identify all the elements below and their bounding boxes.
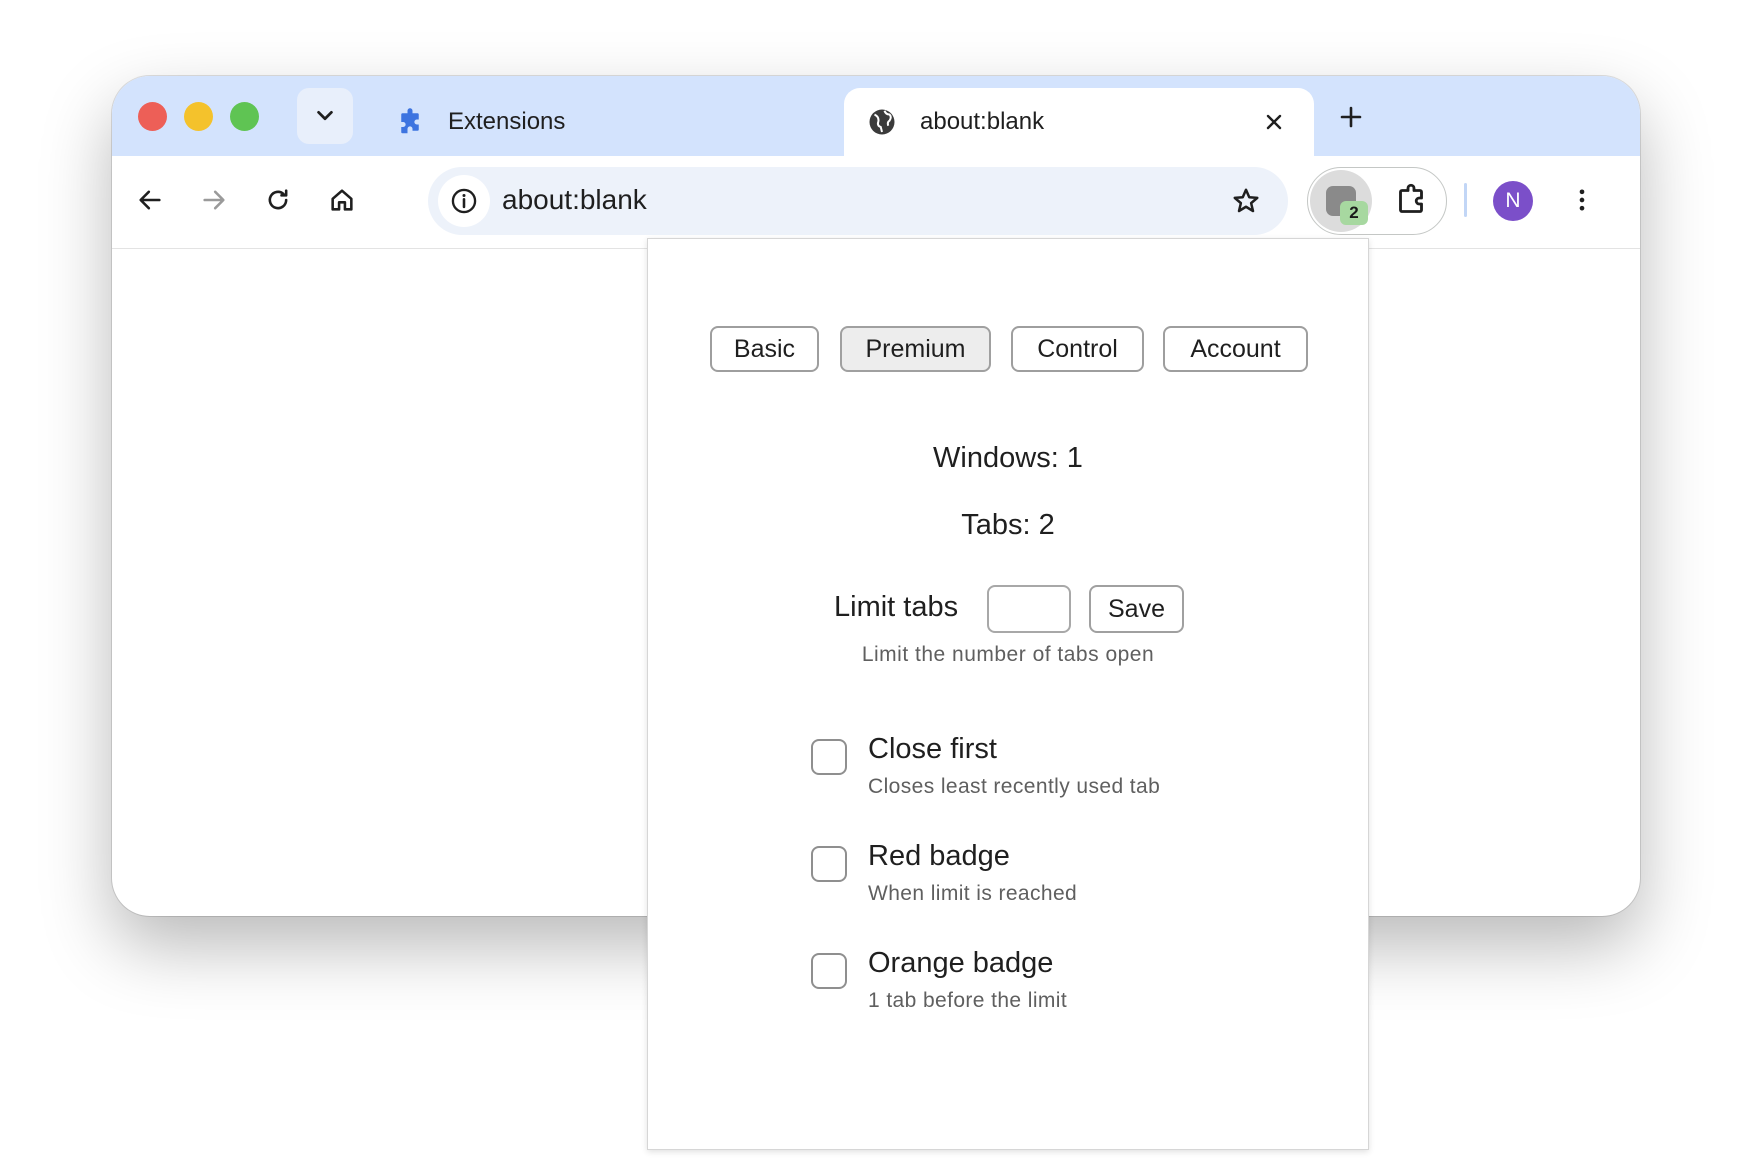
limit-row: Limit tabs Save	[648, 585, 1368, 635]
option-title: Red badge	[868, 840, 1010, 872]
extensions-menu-button[interactable]	[1390, 180, 1432, 222]
arrow-left-icon	[139, 190, 161, 210]
extension-popup: Basic Premium Control Account Windows: 1…	[647, 238, 1369, 1150]
more-menu-button[interactable]	[1562, 180, 1602, 220]
option-red-badge: Red badge When limit is reached	[811, 840, 1311, 910]
tab-strip: Extensions about:blank	[112, 76, 1640, 156]
option-description: Closes least recently used tab	[868, 775, 1161, 798]
globe-icon	[866, 106, 898, 138]
option-close-first: Close first Closes least recently used t…	[811, 733, 1311, 803]
option-orange-badge: Orange badge 1 tab before the limit	[811, 947, 1311, 1017]
arrow-right-icon	[203, 190, 225, 210]
option-title: Close first	[868, 733, 997, 765]
tab-limit-extension-button[interactable]: 2	[1310, 170, 1372, 232]
toolbar-divider	[1464, 183, 1467, 217]
nav-premium-button[interactable]: Premium	[840, 326, 991, 372]
close-window-button[interactable]	[138, 102, 167, 131]
back-button[interactable]	[130, 180, 170, 220]
bookmark-star-icon[interactable]	[1226, 181, 1266, 221]
minimize-window-button[interactable]	[184, 102, 213, 131]
save-button[interactable]: Save	[1089, 585, 1184, 633]
nav-control-button[interactable]: Control	[1011, 326, 1144, 372]
tab-search-button[interactable]	[297, 88, 353, 144]
reload-icon	[268, 189, 288, 210]
tab-title: Extensions	[448, 108, 566, 135]
profile-avatar[interactable]: N	[1493, 181, 1533, 221]
kebab-menu-icon	[1579, 189, 1585, 211]
extensions-area: 2	[1307, 167, 1447, 235]
red-badge-checkbox[interactable]	[811, 846, 847, 882]
limit-tabs-label: Limit tabs	[834, 591, 959, 623]
extension-badge: 2	[1340, 201, 1368, 225]
windows-count: Windows: 1	[933, 442, 1083, 474]
reload-button[interactable]	[258, 180, 298, 220]
puzzle-icon	[394, 106, 426, 138]
option-description: When limit is reached	[868, 882, 1078, 905]
limit-tabs-input[interactable]	[987, 585, 1071, 633]
nav-basic-button[interactable]: Basic	[710, 326, 819, 372]
nav-account-button[interactable]: Account	[1163, 326, 1308, 372]
orange-badge-checkbox[interactable]	[811, 953, 847, 989]
option-description: 1 tab before the limit	[868, 989, 1068, 1012]
chevron-down-icon	[317, 110, 333, 121]
forward-button[interactable]	[194, 180, 234, 220]
close-icon[interactable]	[1258, 106, 1290, 138]
url-text[interactable]: about:blank	[502, 184, 647, 216]
tab-title: about:blank	[920, 108, 1045, 135]
tabs-count: Tabs: 2	[961, 509, 1055, 541]
address-bar[interactable]: about:blank	[428, 167, 1288, 235]
maximize-window-button[interactable]	[230, 102, 259, 131]
plus-icon	[1340, 106, 1362, 128]
popup-nav: Basic Premium Control Account	[648, 326, 1368, 372]
info-icon[interactable]	[438, 175, 490, 227]
puzzle-outline-icon	[1399, 183, 1423, 213]
tab-about-blank[interactable]: about:blank	[844, 88, 1314, 156]
toolbar: about:blank 2 N	[112, 156, 1640, 249]
limit-hint: Limit the number of tabs open	[861, 643, 1155, 666]
home-button[interactable]	[322, 180, 362, 220]
close-first-checkbox[interactable]	[811, 739, 847, 775]
home-icon	[331, 189, 353, 211]
option-title: Orange badge	[868, 947, 1054, 979]
new-tab-button[interactable]	[1334, 100, 1368, 134]
